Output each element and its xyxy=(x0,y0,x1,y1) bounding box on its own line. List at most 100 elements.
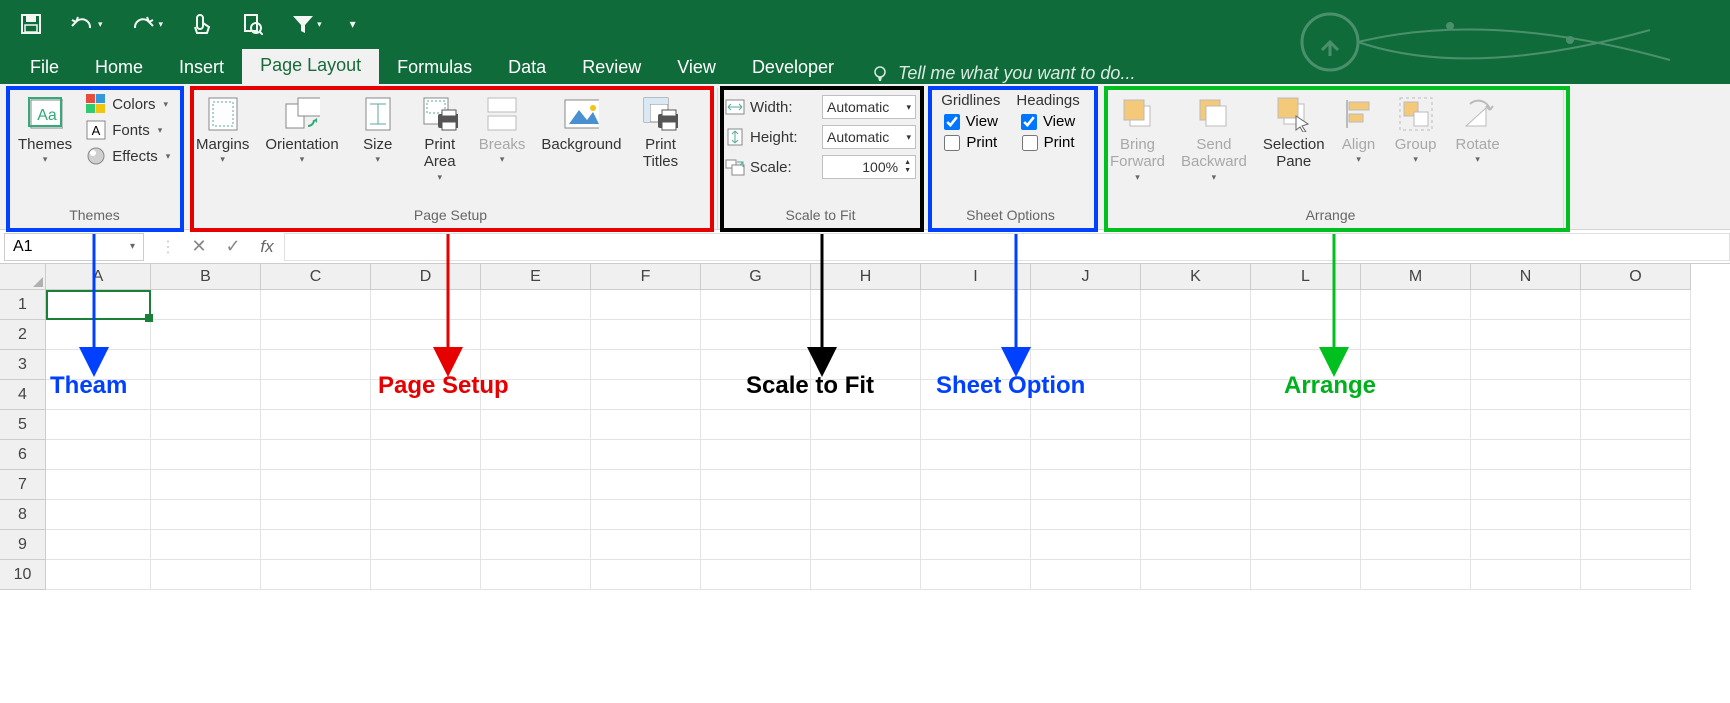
cell[interactable] xyxy=(591,530,701,560)
column-header[interactable]: G xyxy=(701,264,811,290)
tab-view[interactable]: View xyxy=(659,51,734,84)
undo-icon[interactable]: ▾ xyxy=(70,14,103,34)
formula-input[interactable] xyxy=(284,233,1730,261)
cell[interactable] xyxy=(1251,290,1361,320)
row-header[interactable]: 1 xyxy=(0,290,46,320)
row-header[interactable]: 7 xyxy=(0,470,46,500)
cell[interactable] xyxy=(701,560,811,590)
themes-button[interactable]: Aa Themes ▾ xyxy=(12,92,78,169)
save-icon[interactable] xyxy=(20,13,42,35)
cell[interactable] xyxy=(261,350,371,380)
cell[interactable] xyxy=(1251,410,1361,440)
height-field[interactable]: Automatic▾ xyxy=(822,125,916,149)
cell[interactable] xyxy=(151,500,261,530)
cell[interactable] xyxy=(1251,560,1361,590)
cell[interactable] xyxy=(591,380,701,410)
select-all-corner[interactable] xyxy=(0,264,46,290)
column-header[interactable]: M xyxy=(1361,264,1471,290)
align-button[interactable]: Align▾ xyxy=(1335,92,1383,169)
name-box[interactable]: A1▾ xyxy=(4,233,144,261)
cell[interactable] xyxy=(481,290,591,320)
row-header[interactable]: 10 xyxy=(0,560,46,590)
selection-pane-button[interactable]: Selection Pane xyxy=(1257,92,1331,175)
cell[interactable] xyxy=(811,320,921,350)
cell[interactable] xyxy=(1361,380,1471,410)
column-header[interactable]: B xyxy=(151,264,261,290)
cell[interactable] xyxy=(481,440,591,470)
cell[interactable] xyxy=(1141,290,1251,320)
column-header[interactable]: N xyxy=(1471,264,1581,290)
cell[interactable] xyxy=(1031,410,1141,440)
cell[interactable] xyxy=(1361,500,1471,530)
column-header[interactable]: K xyxy=(1141,264,1251,290)
cell[interactable] xyxy=(1471,470,1581,500)
cell[interactable] xyxy=(921,290,1031,320)
print-titles-button[interactable]: Print Titles xyxy=(631,92,689,175)
cell[interactable] xyxy=(46,290,151,320)
print-area-button[interactable]: Print Area▾ xyxy=(411,92,469,186)
cell[interactable] xyxy=(1471,530,1581,560)
tab-formulas[interactable]: Formulas xyxy=(379,51,490,84)
cell[interactable] xyxy=(46,410,151,440)
cell[interactable] xyxy=(1141,470,1251,500)
size-button[interactable]: Size▾ xyxy=(349,92,407,169)
cell[interactable] xyxy=(591,320,701,350)
fonts-button[interactable]: A Fonts▾ xyxy=(82,118,174,142)
margins-button[interactable]: Margins▾ xyxy=(190,92,255,169)
cancel-formula-icon[interactable]: ✕ xyxy=(182,233,216,261)
headings-view-checkbox[interactable]: View xyxy=(1021,113,1075,130)
redo-icon[interactable]: ▾ xyxy=(131,14,164,34)
row-header[interactable]: 5 xyxy=(0,410,46,440)
gridlines-print-checkbox[interactable]: Print xyxy=(944,134,997,151)
cell[interactable] xyxy=(811,530,921,560)
cell[interactable] xyxy=(1581,470,1691,500)
cell[interactable] xyxy=(1471,410,1581,440)
cell[interactable] xyxy=(1581,440,1691,470)
cell[interactable] xyxy=(591,500,701,530)
cell[interactable] xyxy=(1141,350,1251,380)
cell[interactable] xyxy=(46,440,151,470)
cell[interactable] xyxy=(151,350,261,380)
scale-field[interactable]: 100%▲▼ xyxy=(822,155,916,179)
cell[interactable] xyxy=(371,500,481,530)
cell[interactable] xyxy=(811,470,921,500)
effects-button[interactable]: Effects▾ xyxy=(82,144,174,168)
tab-page-layout[interactable]: Page Layout xyxy=(242,49,379,84)
cell[interactable] xyxy=(1581,410,1691,440)
cell[interactable] xyxy=(371,410,481,440)
cell[interactable] xyxy=(921,440,1031,470)
cell[interactable] xyxy=(261,440,371,470)
cell[interactable] xyxy=(1031,500,1141,530)
cell[interactable] xyxy=(1141,560,1251,590)
cell[interactable] xyxy=(591,440,701,470)
cell[interactable] xyxy=(481,560,591,590)
cell[interactable] xyxy=(1251,500,1361,530)
cell[interactable] xyxy=(1031,530,1141,560)
cell[interactable] xyxy=(1581,290,1691,320)
filter-icon[interactable]: ▾ xyxy=(291,13,322,35)
tell-me-search[interactable]: Tell me what you want to do... xyxy=(872,63,1135,84)
cell[interactable] xyxy=(591,470,701,500)
column-header[interactable]: F xyxy=(591,264,701,290)
tab-review[interactable]: Review xyxy=(564,51,659,84)
cell[interactable] xyxy=(1031,320,1141,350)
cell[interactable] xyxy=(1471,440,1581,470)
cell[interactable] xyxy=(481,410,591,440)
cell[interactable] xyxy=(1471,290,1581,320)
cell[interactable] xyxy=(921,530,1031,560)
cell[interactable] xyxy=(481,500,591,530)
gridlines-view-checkbox[interactable]: View xyxy=(944,113,998,130)
cell[interactable] xyxy=(261,470,371,500)
tab-data[interactable]: Data xyxy=(490,51,564,84)
cell[interactable] xyxy=(1471,500,1581,530)
row-header[interactable]: 6 xyxy=(0,440,46,470)
width-field[interactable]: Automatic▾ xyxy=(822,95,916,119)
cell[interactable] xyxy=(371,470,481,500)
row-header[interactable]: 4 xyxy=(0,380,46,410)
colors-button[interactable]: Colors▾ xyxy=(82,92,174,116)
cell[interactable] xyxy=(1361,290,1471,320)
cell[interactable] xyxy=(46,320,151,350)
background-button[interactable]: Background xyxy=(535,92,627,157)
cell[interactable] xyxy=(1251,320,1361,350)
row-header[interactable]: 8 xyxy=(0,500,46,530)
